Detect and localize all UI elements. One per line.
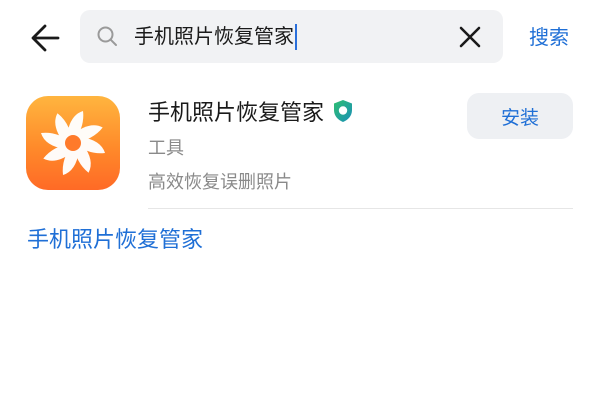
app-title-row: 手机照片恢复管家 bbox=[148, 96, 354, 126]
app-name: 手机照片恢复管家 bbox=[148, 101, 325, 126]
app-category: 工具 bbox=[148, 138, 184, 159]
back-button[interactable] bbox=[26, 18, 66, 58]
shield-verified-icon bbox=[334, 100, 353, 122]
search-icon bbox=[97, 26, 117, 46]
app-result-item[interactable]: 手机照片恢复管家 工具 高效恢复误删照片 安装 bbox=[0, 88, 600, 210]
app-description: 高效恢复误删照片 bbox=[148, 172, 292, 193]
divider bbox=[148, 208, 573, 209]
pinwheel-flower-icon bbox=[41, 111, 105, 175]
search-button[interactable]: 搜索 bbox=[529, 18, 569, 56]
install-button[interactable]: 安装 bbox=[467, 93, 573, 139]
search-results-page: 手机照片恢复管家 搜索 手机照片恢复管家 工具 高效恢复误删照片 安装 手机照片… bbox=[0, 0, 600, 400]
search-box[interactable]: 手机照片恢复管家 bbox=[80, 10, 503, 63]
search-query-text: 手机照片恢复管家 bbox=[134, 24, 294, 48]
app-icon[interactable] bbox=[26, 96, 120, 190]
close-icon[interactable] bbox=[457, 24, 483, 50]
search-suggestion-item[interactable]: 手机照片恢复管家 bbox=[27, 222, 203, 254]
search-input[interactable]: 手机照片恢复管家 bbox=[134, 10, 297, 63]
text-caret bbox=[295, 23, 297, 50]
arrow-left-icon bbox=[31, 24, 60, 52]
